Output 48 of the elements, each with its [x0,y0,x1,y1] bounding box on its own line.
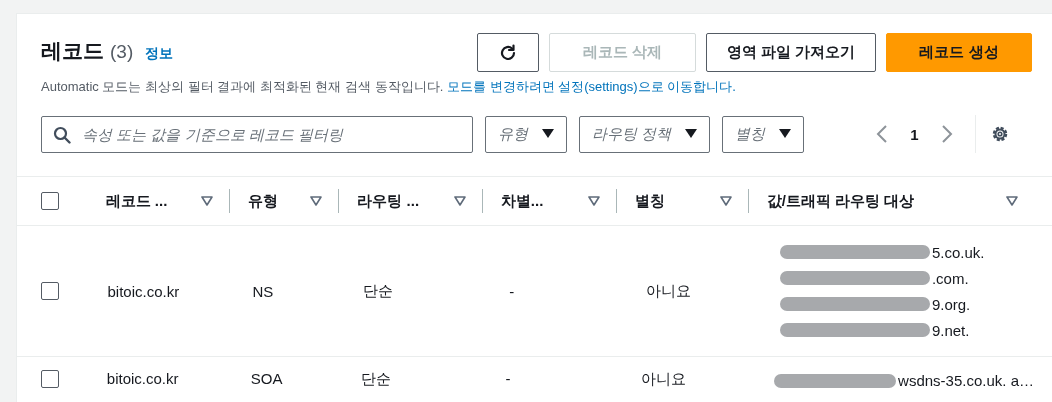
sort-icon[interactable] [310,196,323,206]
filter-dropdown[interactable]: 별칭 [722,115,805,153]
next-page-icon[interactable] [940,124,953,144]
table-cell: - [505,370,511,387]
settings-link[interactable]: 모드를 변경하려면 설정(settings)으로 이동합니다. [446,79,736,94]
action-button[interactable]: 영역 파일 가져오기 [705,33,876,72]
filter-dropdown[interactable]: 라우팅 정책 [579,115,711,153]
table-cell: 아니요 [640,370,686,387]
create-button[interactable]: 레코드 생성 [886,33,1032,72]
column-header[interactable]: 값/트래픽 라우팅 대상 [766,191,915,211]
row-checkbox[interactable] [41,282,59,300]
table-cell: 5.co.uk. [931,243,985,261]
sort-icon[interactable] [1006,196,1018,206]
sort-icon[interactable] [453,196,466,206]
column-header[interactable]: 차별... [500,191,544,211]
table-cell: bitoic.co.kr [106,370,179,387]
table-cell: SOA [250,370,283,387]
section-title: 레코드 [41,38,104,64]
table-cell: bitoic.co.kr [107,282,180,300]
column-header[interactable]: 별칭 [634,191,665,211]
caret-icon [779,129,792,139]
table-cell: 단순 [363,281,394,299]
record-count: (3) [110,41,134,63]
caret-icon [542,129,554,139]
info-link[interactable]: 정보 [145,45,174,63]
page-number[interactable]: 1 [910,125,919,143]
filter-dropdown[interactable]: 유형 [485,115,567,153]
row-checkbox[interactable] [41,370,59,388]
column-header[interactable]: 라우팅 ... [357,191,420,211]
caret-icon [685,129,698,139]
table-cell: 아니요 [645,281,691,299]
column-header[interactable]: 레코드 ... [105,191,168,211]
table-cell: - [509,282,515,300]
refresh-button[interactable] [476,33,539,72]
sort-icon[interactable] [587,196,600,206]
select-all-checkbox[interactable] [41,192,59,210]
sort-icon[interactable] [719,196,732,206]
search-field[interactable]: 속성 또는 값을 기준으로 레코드 필터링 [41,115,473,153]
sort-icon[interactable] [201,196,214,206]
table-cell: wsdns-35.co.uk. a… [898,372,1034,389]
table-cell: NS [252,282,274,300]
table-cell: 9.net. [931,321,970,339]
table-cell: 9.org. [931,295,971,313]
previous-page-icon[interactable] [876,124,889,144]
description-text: Automatic 모드는 최상의 필터 결과에 최적화된 현재 검색 동작입니다. 모드를 변경하려면 설정(settings)으로 이동합니다. [41,78,737,96]
column-header[interactable]: 유형 [248,191,279,211]
table-cell: 단순 [360,370,391,387]
table-cell: .com. [931,269,969,287]
